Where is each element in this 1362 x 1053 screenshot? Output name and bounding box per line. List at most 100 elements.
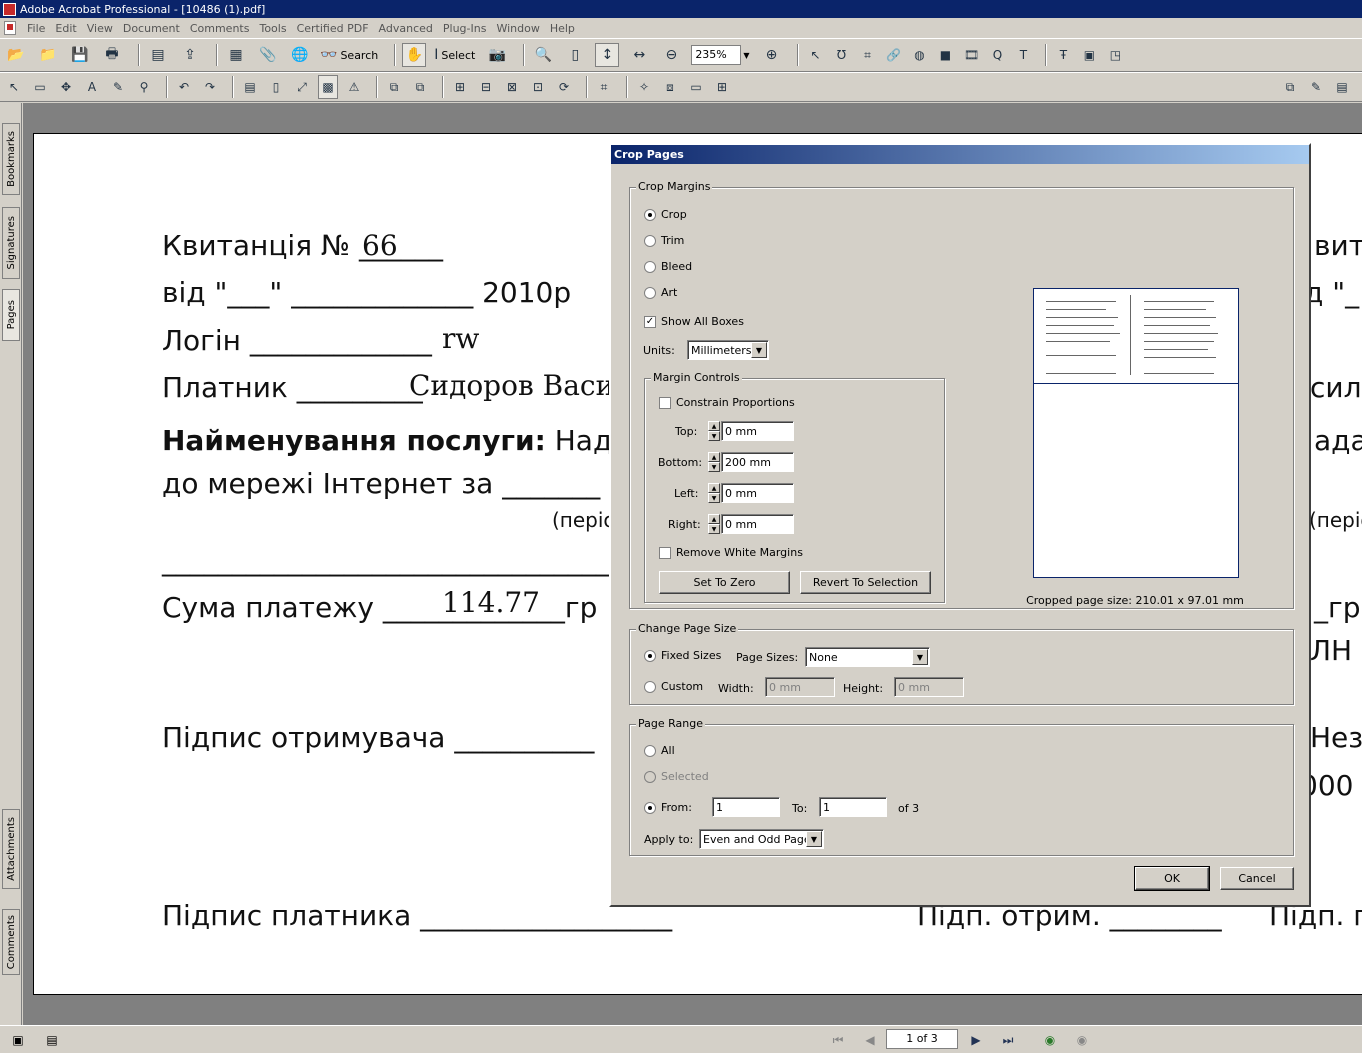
- radio-custom-indicator[interactable]: [644, 680, 656, 693]
- spin-down-icon[interactable]: ▼: [708, 462, 720, 472]
- page-icon[interactable]: ▯: [266, 75, 286, 99]
- insert-page-icon[interactable]: ⊞: [450, 75, 470, 99]
- hand-tool-icon[interactable]: ✋: [402, 43, 427, 67]
- menu-edit[interactable]: Edit: [50, 22, 81, 35]
- radio-bleed-indicator[interactable]: [644, 260, 656, 273]
- rectangle-tool-icon[interactable]: ▭: [30, 75, 50, 99]
- redact-icon[interactable]: ⧈: [660, 75, 680, 99]
- radio-trim-indicator[interactable]: [644, 234, 656, 247]
- review-icon[interactable]: ✎: [1306, 75, 1326, 99]
- crop-tool-icon[interactable]: ⌗: [857, 43, 877, 67]
- edit-form-icon[interactable]: ◳: [1105, 43, 1125, 67]
- chevron-down-icon[interactable]: ▼: [751, 342, 767, 358]
- fit-width-icon[interactable]: ↔: [627, 43, 651, 67]
- previous-view-icon[interactable]: ◉: [1042, 1032, 1058, 1048]
- tab-signatures[interactable]: Signatures: [2, 207, 20, 279]
- properties-icon[interactable]: ▤: [240, 75, 260, 99]
- remove-white-margins-check-icon[interactable]: [659, 546, 671, 559]
- right-margin-input[interactable]: 0 mm: [721, 514, 794, 534]
- menu-help[interactable]: Help: [545, 22, 580, 35]
- radio-from-range[interactable]: From:: [644, 801, 692, 814]
- text-field-icon[interactable]: T: [1013, 43, 1033, 67]
- constrain-proportions-check-icon[interactable]: [659, 396, 671, 409]
- create-pdf-icon[interactable]: 📂: [4, 43, 28, 67]
- menu-certified-pdf[interactable]: Certified PDF: [292, 22, 374, 35]
- movie-tool-icon[interactable]: 🎞: [961, 43, 981, 67]
- page-size-icon[interactable]: ▤: [44, 1032, 60, 1048]
- spin-down-icon[interactable]: ▼: [708, 524, 720, 534]
- radio-trim[interactable]: Trim: [644, 234, 684, 247]
- menu-plug-ins[interactable]: Plug-Ins: [438, 22, 492, 35]
- select-object-icon[interactable]: ↖: [805, 43, 825, 67]
- typewriter-icon[interactable]: Ŧ: [1053, 43, 1073, 67]
- layers-icon[interactable]: ▭: [686, 75, 706, 99]
- spin-down-icon[interactable]: ▼: [708, 493, 720, 503]
- sound-tool-icon[interactable]: Q: [987, 43, 1007, 67]
- revert-to-selection-button[interactable]: Revert To Selection: [800, 571, 931, 594]
- first-page-icon[interactable]: ⏮: [830, 1032, 846, 1048]
- zoom-input[interactable]: 235%: [691, 45, 742, 65]
- units-select[interactable]: Millimeters ▼: [687, 340, 769, 360]
- next-view-icon[interactable]: ◉: [1074, 1032, 1090, 1048]
- warning-icon[interactable]: ⚠: [344, 75, 364, 99]
- tab-comments[interactable]: Comments: [2, 909, 20, 975]
- page-number-input[interactable]: 1 of 3: [886, 1029, 958, 1049]
- pages-icon[interactable]: ⧉: [384, 75, 404, 99]
- print-icon[interactable]: 🖶: [100, 43, 124, 67]
- actual-size-icon[interactable]: ▯: [563, 43, 587, 67]
- select-button[interactable]: I Select: [434, 47, 475, 63]
- apply-to-select[interactable]: Even and Odd Pages ▼: [699, 829, 824, 849]
- from-page-input[interactable]: 1: [712, 797, 780, 817]
- spin-down-icon[interactable]: ▼: [708, 431, 720, 441]
- menu-advanced[interactable]: Advanced: [374, 22, 438, 35]
- radio-crop-indicator[interactable]: [644, 208, 656, 221]
- save-icon[interactable]: 💾: [68, 43, 92, 67]
- open-icon[interactable]: 📁: [36, 43, 60, 67]
- tab-pages[interactable]: Pages: [2, 289, 20, 341]
- spin-up-icon[interactable]: ▲: [708, 483, 720, 493]
- pen-tool-icon[interactable]: ✎: [108, 75, 128, 99]
- chevron-down-icon[interactable]: ▼: [806, 831, 822, 847]
- print-preview-icon[interactable]: ▤: [146, 43, 170, 67]
- create-pdf-dropdown-icon[interactable]: ▦: [224, 43, 248, 67]
- radio-art-indicator[interactable]: [644, 286, 656, 299]
- cancel-button[interactable]: Cancel: [1220, 867, 1294, 890]
- fit-page-icon[interactable]: ↕: [595, 43, 620, 67]
- ok-button[interactable]: OK: [1134, 866, 1210, 891]
- radio-crop[interactable]: Crop: [644, 208, 687, 221]
- touchup-text-icon[interactable]: Ʊ: [831, 43, 851, 67]
- select-arrow-icon[interactable]: ↖: [4, 75, 24, 99]
- delete-page-icon[interactable]: ⊡: [528, 75, 548, 99]
- top-margin-spinner[interactable]: ▲ ▼: [708, 421, 720, 441]
- pages-dropdown-icon[interactable]: ⧉: [410, 75, 430, 99]
- tab-attachments[interactable]: Attachments: [2, 809, 20, 889]
- email-icon[interactable]: 🌐: [288, 43, 312, 67]
- spin-up-icon[interactable]: ▲: [708, 452, 720, 462]
- top-margin-input[interactable]: 0 mm: [721, 421, 794, 441]
- menu-file[interactable]: File: [22, 22, 50, 35]
- show-all-boxes-checkbox[interactable]: ✓ Show All Boxes: [644, 315, 744, 328]
- menu-view[interactable]: View: [82, 22, 118, 35]
- radio-custom[interactable]: Custom: [644, 680, 703, 693]
- radio-art[interactable]: Art: [644, 286, 677, 299]
- left-margin-spinner[interactable]: ▲ ▼: [708, 483, 720, 503]
- left-margin-input[interactable]: 0 mm: [721, 483, 794, 503]
- menu-comments[interactable]: Comments: [185, 22, 255, 35]
- spin-up-icon[interactable]: ▲: [708, 514, 720, 524]
- search-button[interactable]: 👓 Search: [320, 47, 378, 63]
- zoom-out-icon[interactable]: ⊖: [659, 43, 683, 67]
- radio-from-indicator[interactable]: [644, 801, 656, 814]
- zoom-in-icon[interactable]: ⊕: [759, 43, 783, 67]
- menu-document[interactable]: Document: [118, 22, 185, 35]
- to-page-input[interactable]: 1: [819, 797, 887, 817]
- bottom-margin-input[interactable]: 200 mm: [721, 452, 794, 472]
- remove-white-margins-checkbox[interactable]: Remove White Margins: [659, 546, 803, 559]
- extract-page-icon[interactable]: ⊟: [476, 75, 496, 99]
- crop-pages-icon[interactable]: ⌗: [594, 75, 614, 99]
- attach-icon[interactable]: 📎: [256, 43, 280, 67]
- bottom-margin-spinner[interactable]: ▲ ▼: [708, 452, 720, 472]
- copy-icon[interactable]: ⧉: [1280, 75, 1300, 99]
- tab-bookmarks[interactable]: Bookmarks: [2, 123, 20, 195]
- constrain-proportions-checkbox[interactable]: Constrain Proportions: [659, 396, 795, 409]
- move-tool-icon[interactable]: ✥: [56, 75, 76, 99]
